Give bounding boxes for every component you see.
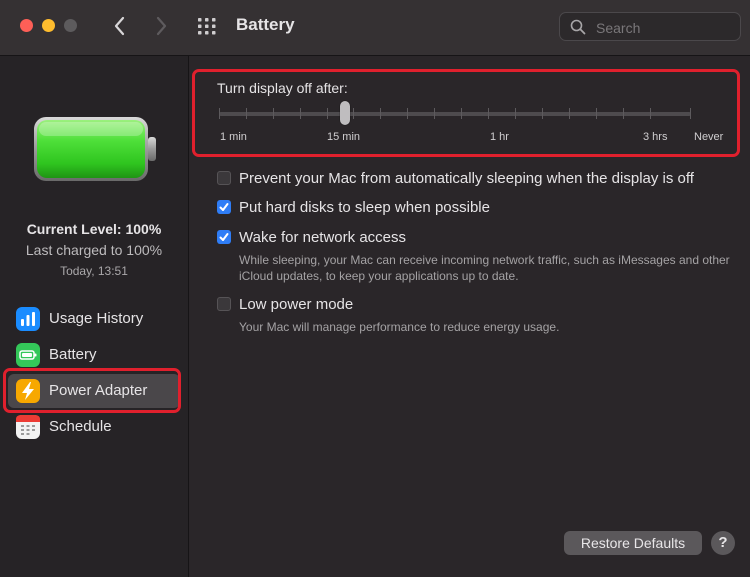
slider-tick bbox=[596, 108, 597, 119]
slider-tick bbox=[434, 108, 435, 119]
slider-label-never: Never bbox=[694, 131, 724, 143]
option-label: Put hard disks to sleep when possible bbox=[239, 199, 490, 216]
slider-tick bbox=[219, 108, 220, 119]
search-input[interactable] bbox=[594, 17, 738, 39]
display-off-slider-track[interactable] bbox=[219, 112, 691, 116]
low-power-mode-checkbox[interactable] bbox=[217, 297, 231, 311]
last-charged-text: Last charged to 100% bbox=[25, 242, 163, 258]
chevron-right-icon bbox=[156, 16, 167, 36]
help-button[interactable]: ? bbox=[711, 531, 735, 555]
slider-tick bbox=[246, 108, 247, 119]
display-off-slider-thumb[interactable] bbox=[340, 101, 350, 125]
checkmark-icon bbox=[219, 233, 229, 241]
option-label: Wake for network access bbox=[239, 229, 406, 246]
wake-network-description: While sleeping, your Mac can receive inc… bbox=[239, 253, 730, 283]
close-button[interactable] bbox=[20, 19, 33, 32]
sidebar-item-usage-history[interactable]: Usage History bbox=[8, 302, 180, 336]
prevent-sleep-checkbox[interactable] bbox=[217, 171, 231, 185]
current-level-text: Current Level: 100% bbox=[26, 221, 162, 237]
restore-defaults-button[interactable]: Restore Defaults bbox=[564, 531, 702, 555]
sidebar-item-label: Schedule bbox=[49, 418, 112, 435]
slider-label-15-min: 15 min bbox=[327, 131, 361, 143]
zoom-button[interactable] bbox=[64, 19, 77, 32]
chevron-left-icon bbox=[114, 16, 125, 36]
slider-tick bbox=[569, 108, 570, 119]
battery-icon bbox=[34, 117, 156, 181]
charge-timestamp: Today, 13:51 bbox=[60, 264, 128, 278]
checkmark-icon bbox=[219, 203, 229, 211]
low-power-mode-description: Your Mac will manage performance to redu… bbox=[239, 320, 560, 334]
search-icon bbox=[570, 19, 586, 35]
slider-tick bbox=[327, 108, 328, 119]
option-label: Prevent your Mac from automatically slee… bbox=[239, 170, 694, 187]
slider-tick bbox=[273, 108, 274, 119]
slider-tick bbox=[515, 108, 516, 119]
back-button[interactable] bbox=[104, 12, 134, 40]
slider-label-1-min: 1 min bbox=[220, 131, 247, 143]
sidebar-item-label: Usage History bbox=[49, 310, 144, 327]
sidebar: Current Level: 100% Last charged to 100%… bbox=[0, 56, 189, 577]
slider-tick bbox=[623, 108, 624, 119]
battery-level-graphic bbox=[33, 116, 159, 182]
bar-chart-icon bbox=[16, 307, 40, 331]
option-label: Low power mode bbox=[239, 296, 354, 313]
grid-icon bbox=[198, 18, 216, 35]
slider-title: Turn display off after: bbox=[217, 80, 348, 96]
wake-network-checkbox[interactable] bbox=[217, 230, 231, 244]
show-all-button[interactable] bbox=[196, 16, 218, 36]
window-title: Battery bbox=[236, 15, 295, 34]
slider-label-3-hrs: 3 hrs bbox=[643, 131, 668, 143]
slider-tick bbox=[407, 108, 408, 119]
slider-tick bbox=[488, 108, 489, 119]
sidebar-item-battery[interactable]: Battery bbox=[8, 338, 180, 372]
minimize-button[interactable] bbox=[42, 19, 55, 32]
slider-tick bbox=[650, 108, 651, 119]
slider-tick bbox=[380, 108, 381, 119]
slider-tick bbox=[461, 108, 462, 119]
battery-icon bbox=[16, 343, 40, 367]
search-box[interactable] bbox=[559, 12, 741, 41]
slider-tick bbox=[542, 108, 543, 119]
title-bar: Battery bbox=[0, 0, 750, 56]
slider-tick bbox=[690, 108, 691, 119]
system-preferences-window: Battery Search Current Level: 100% Last … bbox=[0, 0, 750, 577]
slider-tick bbox=[300, 108, 301, 119]
slider-tick bbox=[353, 108, 354, 119]
hard-disk-sleep-checkbox[interactable] bbox=[217, 200, 231, 214]
sidebar-item-label: Battery bbox=[49, 346, 97, 363]
slider-label-1-hr: 1 hr bbox=[490, 131, 509, 143]
forward-button[interactable] bbox=[146, 12, 176, 40]
calendar-icon bbox=[16, 415, 40, 439]
highlight-box-power-adapter bbox=[3, 368, 181, 413]
sidebar-item-schedule[interactable]: Schedule bbox=[8, 410, 180, 444]
